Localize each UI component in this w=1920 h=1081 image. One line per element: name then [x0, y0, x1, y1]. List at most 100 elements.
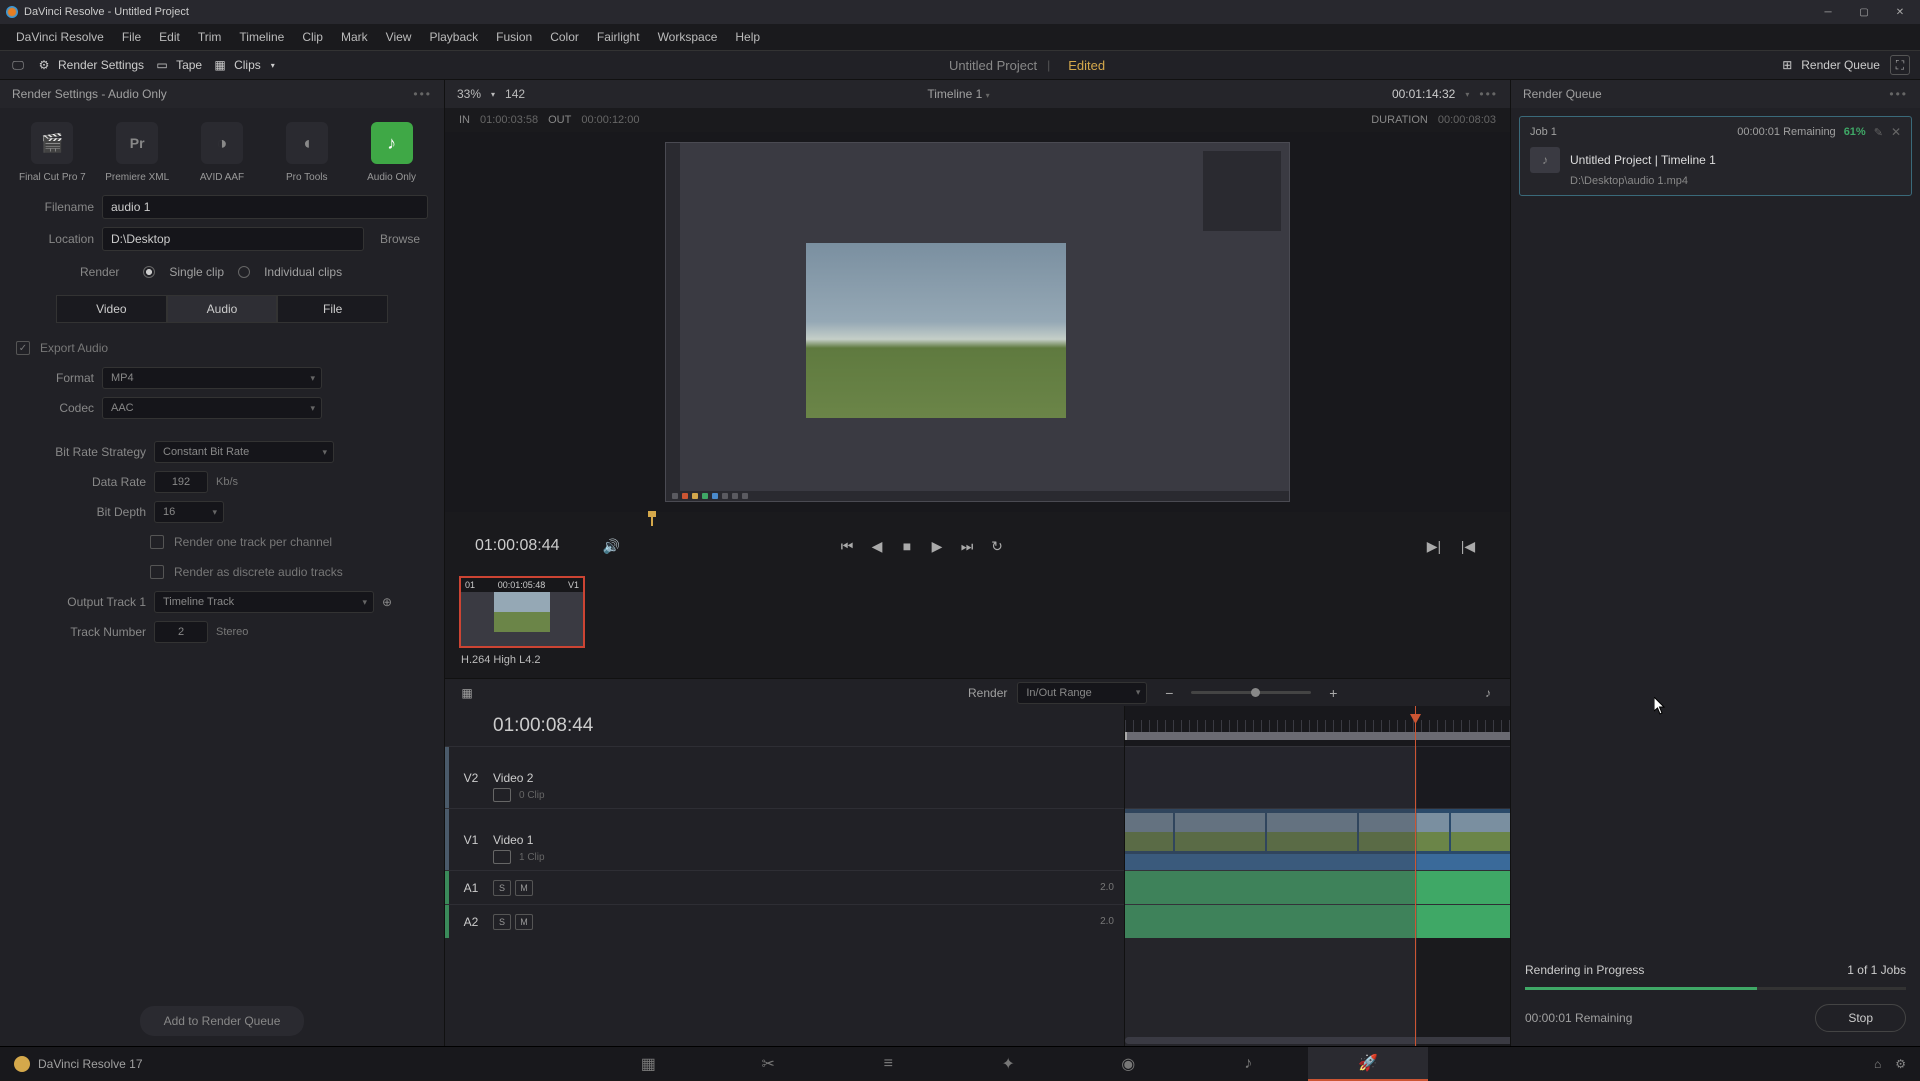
menu-workspace[interactable]: Workspace — [650, 28, 726, 46]
render-range-select[interactable]: In/Out Range — [1017, 682, 1147, 704]
filename-input[interactable] — [102, 195, 428, 219]
render-settings-toggle[interactable]: ⚙Render Settings — [36, 57, 144, 73]
render-queue-toggle[interactable]: ⊞Render Queue — [1779, 57, 1880, 73]
mute-button[interactable]: M — [515, 880, 533, 896]
clip-card[interactable]: 0100:01:05:48V1 H.264 High L4.2 — [459, 576, 589, 672]
solo-button[interactable]: S — [493, 914, 511, 930]
stop-button[interactable]: ■ — [895, 534, 919, 558]
tab-video[interactable]: Video — [56, 295, 167, 323]
menu-help[interactable]: Help — [727, 28, 768, 46]
individual-clips-radio[interactable] — [238, 266, 250, 278]
loop-button[interactable]: ↻ — [985, 534, 1009, 558]
menu-clip[interactable]: Clip — [294, 28, 331, 46]
menu-file[interactable]: File — [114, 28, 149, 46]
clips-toggle[interactable]: ▦Clips▾ — [212, 57, 275, 73]
minimize-button[interactable]: ─ — [1814, 2, 1842, 22]
menu-fairlight[interactable]: Fairlight — [589, 28, 648, 46]
last-frame-button[interactable]: ⏭ — [955, 534, 979, 558]
render-queue-menu[interactable]: ••• — [1889, 87, 1908, 101]
home-button[interactable]: ⌂ — [1874, 1057, 1881, 1071]
monitor-icon[interactable]: 🖵 — [10, 57, 26, 73]
timeline-content[interactable]: Photoshop Regenbogen erstellen.mp4 Photo… — [1125, 706, 1510, 1046]
tab-audio[interactable]: Audio — [167, 295, 278, 323]
format-select[interactable]: MP4 — [102, 367, 322, 389]
preset-audio-only[interactable]: ♪Audio Only — [354, 122, 430, 183]
scrub-playhead[interactable] — [651, 512, 653, 526]
audio-clip-a1[interactable]: Photoshop Regenbogen erstellen.mp4 — [1125, 871, 1510, 904]
inout-range[interactable] — [1125, 732, 1510, 740]
audio-clip-a2[interactable]: Photoshop Regenbogen erstellen.mp4 — [1125, 905, 1510, 938]
settings-button[interactable]: ⚙ — [1895, 1057, 1906, 1071]
page-color[interactable]: ◉ — [1068, 1047, 1188, 1081]
next-clip-button[interactable]: ▶| — [1422, 534, 1446, 558]
menu-timeline[interactable]: Timeline — [231, 28, 292, 46]
datarate-input[interactable] — [154, 471, 208, 493]
output-track-select[interactable]: Timeline Track — [154, 591, 374, 613]
page-fusion[interactable]: ✦ — [948, 1047, 1068, 1081]
zoom-slider[interactable] — [1191, 691, 1311, 694]
volume-button[interactable]: 🔊 — [600, 534, 624, 558]
render-one-checkbox[interactable] — [150, 535, 164, 549]
browse-button[interactable]: Browse — [372, 232, 428, 246]
track-enable-icon[interactable] — [493, 850, 511, 864]
menu-resolve[interactable]: DaVinci Resolve — [8, 28, 112, 46]
track-enable-icon[interactable] — [493, 788, 511, 802]
zoom-in-button[interactable]: + — [1321, 681, 1345, 705]
maximize-button[interactable]: ▢ — [1850, 2, 1878, 22]
track-v1-lane[interactable]: Photoshop Regenbogen erstellen.mp4 — [1125, 808, 1510, 870]
page-media[interactable]: ▦ — [588, 1047, 708, 1081]
tape-toggle[interactable]: ▭Tape — [154, 57, 202, 73]
expand-button[interactable]: ⛶ — [1890, 55, 1910, 75]
menu-view[interactable]: View — [378, 28, 420, 46]
stop-render-button[interactable]: Stop — [1815, 1004, 1906, 1032]
play-button[interactable]: ▶ — [925, 534, 949, 558]
render-settings-menu[interactable]: ••• — [413, 87, 432, 101]
menu-playback[interactable]: Playback — [421, 28, 486, 46]
menu-trim[interactable]: Trim — [190, 28, 230, 46]
preset-premiere[interactable]: PrPremiere XML — [99, 122, 175, 183]
timeline-name[interactable]: Timeline 1 — [927, 87, 982, 101]
remove-job-button[interactable]: ✕ — [1891, 125, 1901, 139]
track-a2-lane[interactable]: Photoshop Regenbogen erstellen.mp4 — [1125, 904, 1510, 938]
zoom-out-button[interactable]: − — [1157, 681, 1181, 705]
timeline-scrollbar[interactable] — [1125, 1037, 1510, 1044]
single-clip-radio[interactable] — [143, 266, 155, 278]
bitrate-strat-select[interactable]: Constant Bit Rate — [154, 441, 334, 463]
menu-color[interactable]: Color — [542, 28, 587, 46]
menu-fusion[interactable]: Fusion — [488, 28, 540, 46]
preset-protools[interactable]: ◖Pro Tools — [269, 122, 345, 183]
first-frame-button[interactable]: ⏮ — [835, 534, 859, 558]
timeline-ruler[interactable] — [1125, 706, 1510, 746]
tracknum-input[interactable] — [154, 621, 208, 643]
add-track-button[interactable]: ⊕ — [382, 595, 392, 609]
location-input[interactable] — [102, 227, 364, 251]
solo-button[interactable]: S — [493, 880, 511, 896]
render-discrete-checkbox[interactable] — [150, 565, 164, 579]
bitdepth-select[interactable]: 16 — [154, 501, 224, 523]
preset-fcp7[interactable]: 🎬Final Cut Pro 7 — [14, 122, 90, 183]
scrub-bar[interactable] — [459, 512, 1496, 526]
zoom-level[interactable]: 33% — [457, 87, 481, 101]
export-audio-checkbox[interactable]: ✓ — [16, 341, 30, 355]
prev-frame-button[interactable]: ◀ — [865, 534, 889, 558]
audio-meter-icon[interactable]: ♪ — [1480, 685, 1496, 701]
video-clip[interactable]: Photoshop Regenbogen erstellen.mp4 — [1125, 809, 1510, 870]
timeline-playhead[interactable] — [1415, 706, 1416, 1046]
viewer[interactable] — [445, 132, 1510, 512]
menu-edit[interactable]: Edit — [151, 28, 188, 46]
codec-select[interactable]: AAC — [102, 397, 322, 419]
track-v2-lane[interactable] — [1125, 746, 1510, 808]
page-edit[interactable]: ≡ — [828, 1047, 948, 1081]
preset-avid[interactable]: ◑AVID AAF — [184, 122, 260, 183]
render-job[interactable]: Job 1 00:00:01 Remaining 61% ✎ ✕ ♪ Untit… — [1519, 116, 1912, 196]
add-to-queue-button[interactable]: Add to Render Queue — [140, 1006, 305, 1036]
viewer-menu[interactable]: ••• — [1479, 87, 1498, 101]
page-fairlight[interactable]: ♪ — [1188, 1047, 1308, 1081]
track-a1-lane[interactable]: Photoshop Regenbogen erstellen.mp4 — [1125, 870, 1510, 904]
tab-file[interactable]: File — [277, 295, 388, 323]
prev-clip-button[interactable]: |◀ — [1456, 534, 1480, 558]
page-cut[interactable]: ✂ — [708, 1047, 828, 1081]
mute-button[interactable]: M — [515, 914, 533, 930]
edit-job-icon[interactable]: ✎ — [1874, 126, 1883, 139]
close-button[interactable]: ✕ — [1886, 2, 1914, 22]
